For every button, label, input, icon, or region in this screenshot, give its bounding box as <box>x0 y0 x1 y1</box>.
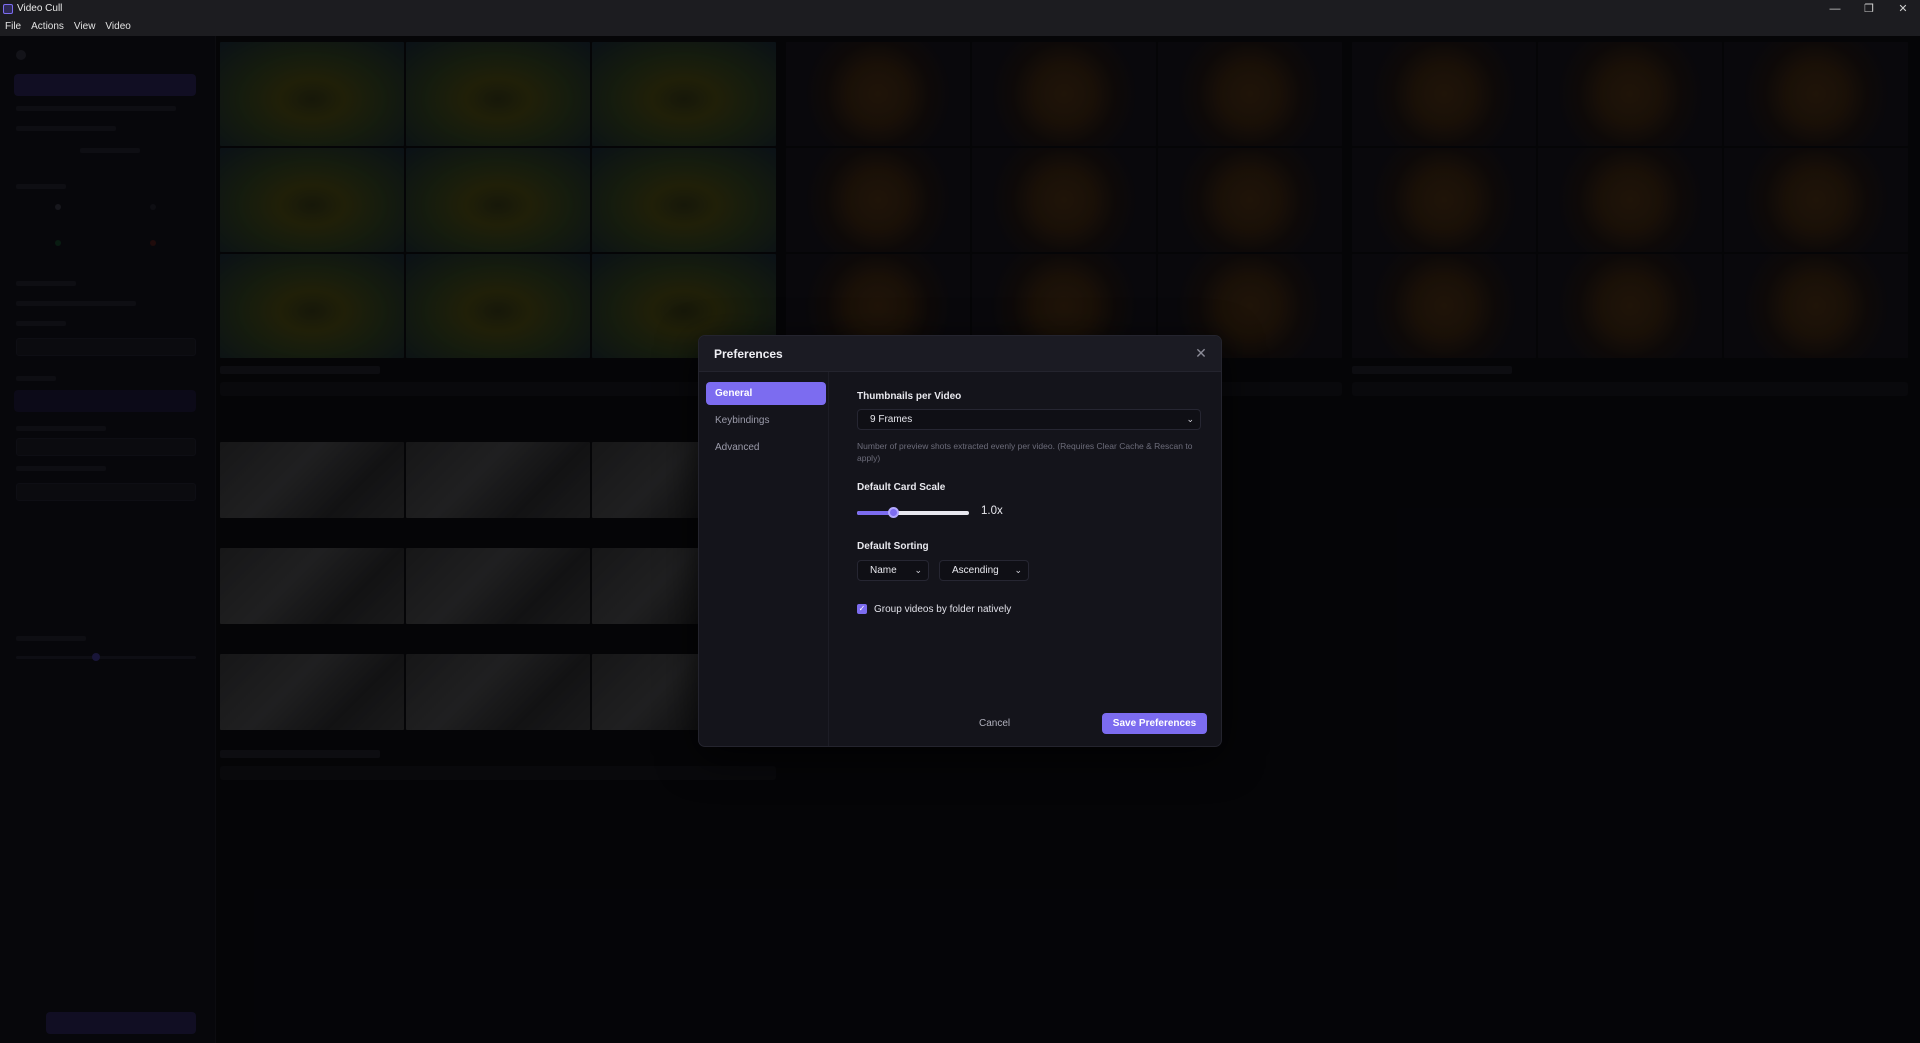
sort-field-value: Name <box>870 565 897 576</box>
close-icon[interactable]: ✕ <box>1886 0 1920 17</box>
card-scale-value: 1.0x <box>981 505 1003 517</box>
tab-keybindings[interactable]: Keybindings <box>706 409 826 432</box>
thumbnails-select[interactable]: 9 Frames ⌄ <box>857 409 1201 430</box>
window-title: Video Cull <box>17 3 63 14</box>
thumbnails-help-text: Number of preview shots extracted evenly… <box>857 441 1193 463</box>
menu-file[interactable]: File <box>5 21 21 32</box>
menu-actions[interactable]: Actions <box>31 21 64 32</box>
preferences-nav: General Keybindings Advanced <box>699 372 829 746</box>
menu-bar: File Actions View Video <box>0 17 1920 36</box>
thumbnails-select-value: 9 Frames <box>870 414 913 425</box>
group-by-folder-row[interactable]: ✓ Group videos by folder natively <box>857 603 1011 615</box>
cancel-button[interactable]: Cancel <box>973 713 1016 734</box>
close-icon[interactable]: ✕ <box>1193 345 1209 361</box>
window-controls: — ❐ ✕ <box>1818 0 1920 17</box>
dialog-title: Preferences <box>714 347 783 361</box>
thumbnails-label: Thumbnails per Video <box>857 391 962 402</box>
menu-view[interactable]: View <box>74 21 96 32</box>
group-by-folder-label: Group videos by folder natively <box>874 603 1012 615</box>
card-scale-slider[interactable] <box>857 507 969 518</box>
chevron-down-icon: ⌄ <box>1186 414 1194 424</box>
sort-order-select[interactable]: Ascending ⌄ <box>939 560 1029 581</box>
minimize-icon[interactable]: — <box>1818 0 1852 17</box>
menu-video[interactable]: Video <box>105 21 130 32</box>
tab-advanced[interactable]: Advanced <box>706 436 826 459</box>
preferences-dialog: Preferences ✕ General Keybindings Advanc… <box>698 335 1222 747</box>
group-by-folder-checkbox[interactable]: ✓ <box>857 604 867 614</box>
restore-icon[interactable]: ❐ <box>1852 0 1886 17</box>
chevron-down-icon: ⌄ <box>1014 565 1022 575</box>
app-icon <box>3 3 13 14</box>
title-bar: Video Cull — ❐ ✕ <box>0 0 1920 17</box>
save-preferences-button[interactable]: Save Preferences <box>1102 713 1207 734</box>
sort-field-select[interactable]: Name ⌄ <box>857 560 929 581</box>
tab-general[interactable]: General <box>706 382 826 405</box>
sort-order-value: Ascending <box>952 565 999 576</box>
card-scale-label: Default Card Scale <box>857 482 946 493</box>
card-scale-slider-knob[interactable] <box>888 507 900 518</box>
dialog-header: Preferences ✕ <box>699 336 1221 372</box>
default-sorting-label: Default Sorting <box>857 541 929 552</box>
chevron-down-icon: ⌄ <box>914 565 922 575</box>
